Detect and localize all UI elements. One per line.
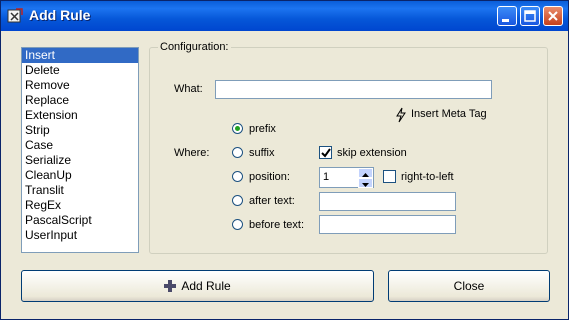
list-item[interactable]: Case (22, 138, 138, 153)
suffix-radio[interactable] (232, 147, 243, 158)
skip-extension-checkbox[interactable] (319, 146, 332, 159)
list-item[interactable]: Extension (22, 108, 138, 123)
prefix-radio[interactable] (232, 123, 243, 134)
where-label: Where: (174, 147, 210, 159)
close-button[interactable]: Close (388, 270, 550, 302)
list-item[interactable]: CleanUp (22, 168, 138, 183)
add-rule-label: Add Rule (181, 279, 231, 293)
list-item[interactable]: Remove (22, 78, 138, 93)
right-to-left-checkbox[interactable] (383, 170, 396, 183)
close-label: Close (453, 279, 485, 293)
list-item[interactable]: Insert (22, 48, 138, 63)
position-radio[interactable] (232, 171, 243, 182)
checkmark-icon (321, 148, 331, 158)
close-icon (548, 11, 558, 21)
before-text-input[interactable] (319, 215, 456, 234)
after-text-radio[interactable] (232, 195, 243, 206)
add-rule-window: Add Rule Insert Delete Remove Replace Ex… (0, 0, 569, 320)
rules-listbox[interactable]: Insert Delete Remove Replace Extension S… (21, 47, 139, 253)
after-text-label: after text: (249, 195, 295, 207)
spin-up-button[interactable] (358, 168, 373, 178)
before-text-label: before text: (249, 219, 305, 231)
minimize-icon (502, 19, 509, 22)
maximize-button[interactable] (520, 6, 540, 26)
app-icon (7, 8, 23, 23)
maximize-icon (524, 10, 536, 22)
before-text-radio[interactable] (232, 219, 243, 230)
list-item[interactable]: RegEx (22, 198, 138, 213)
lightning-icon (396, 107, 406, 123)
prefix-label: prefix (249, 123, 276, 135)
what-input[interactable] (215, 80, 492, 99)
skip-extension-label: skip extension (337, 147, 407, 159)
window-title: Add Rule (29, 7, 91, 23)
arrow-down-icon (362, 183, 369, 187)
position-value: 1 (323, 171, 330, 183)
list-item[interactable]: Replace (22, 93, 138, 108)
title-bar[interactable]: Add Rule (1, 1, 568, 31)
list-item[interactable]: Serialize (22, 153, 138, 168)
list-item[interactable]: Translit (22, 183, 138, 198)
configuration-title: Configuration: (158, 41, 231, 53)
position-spinbox[interactable]: 1 (319, 167, 374, 188)
list-item[interactable]: UserInput (22, 228, 138, 243)
what-label: What: (174, 83, 203, 95)
list-item[interactable]: Strip (22, 123, 138, 138)
close-window-button[interactable] (543, 6, 563, 26)
after-text-input[interactable] (319, 192, 456, 211)
position-label: position: (249, 171, 290, 183)
insert-meta-tag-link[interactable]: Insert Meta Tag (411, 108, 487, 120)
minimize-button[interactable] (497, 6, 517, 26)
plus-icon (164, 280, 177, 292)
right-to-left-label: right-to-left (401, 171, 454, 183)
list-item[interactable]: PascalScript (22, 213, 138, 228)
suffix-label: suffix (249, 147, 275, 159)
list-item[interactable]: Delete (22, 63, 138, 78)
add-rule-button[interactable]: Add Rule (21, 270, 374, 302)
spin-down-button[interactable] (358, 178, 373, 188)
